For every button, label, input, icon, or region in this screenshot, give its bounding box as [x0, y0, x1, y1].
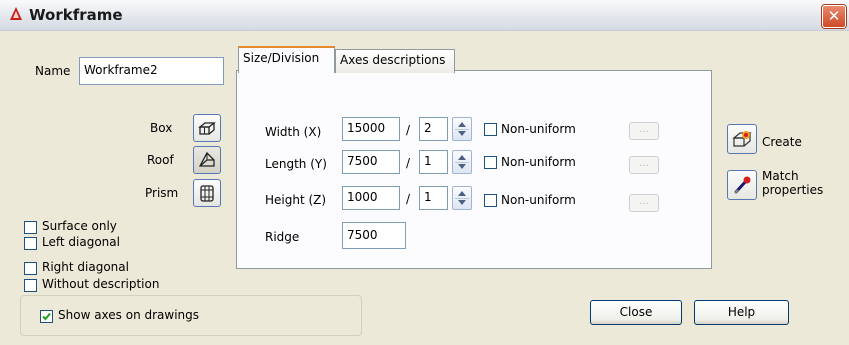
width-division-spinner[interactable]	[452, 117, 472, 141]
left-diagonal-checkbox[interactable]	[24, 237, 37, 250]
length-nonuniform-label: Non-uniform	[501, 155, 576, 169]
right-diagonal-checkbox[interactable]	[24, 262, 37, 275]
width-label: Width (X)	[265, 125, 322, 139]
app-logo-icon	[8, 6, 24, 22]
length-division-spinner[interactable]	[452, 150, 472, 174]
spin-up-icon	[458, 122, 466, 127]
height-input[interactable]: 1000	[342, 186, 400, 210]
prism-label: Prism	[145, 186, 179, 200]
width-division-input[interactable]: 2	[419, 117, 448, 141]
height-separator: /	[406, 192, 411, 206]
length-details-button[interactable]: ...	[629, 156, 659, 174]
right-diagonal-label: Right diagonal	[42, 260, 129, 274]
height-label: Height (Z)	[265, 193, 327, 207]
length-input[interactable]: 7500	[342, 150, 400, 174]
height-nonuniform-label: Non-uniform	[501, 193, 576, 207]
height-details-button[interactable]: ...	[629, 194, 659, 212]
spin-down-icon	[458, 164, 466, 169]
match-label-line1: Match	[762, 169, 799, 183]
height-nonuniform-checkbox[interactable]	[484, 194, 497, 207]
spin-down-icon	[458, 200, 466, 205]
without-description-label: Without description	[42, 277, 160, 291]
show-axes-label: Show axes on drawings	[58, 308, 200, 322]
height-division-spinner[interactable]	[452, 186, 472, 210]
width-separator: /	[406, 123, 411, 137]
tab-axes-descriptions[interactable]: Axes descriptions	[335, 49, 455, 73]
left-diagonal-label: Left diagonal	[42, 235, 120, 249]
match-label-line2: properties	[762, 183, 824, 197]
spin-down-icon	[458, 131, 466, 136]
box-shape-icon	[198, 122, 216, 135]
prism-shape-button[interactable]	[193, 179, 221, 207]
ridge-label: Ridge	[265, 230, 300, 244]
title-bar: Workframe ✕	[0, 0, 849, 31]
create-label: Create	[762, 135, 802, 149]
width-nonuniform-label: Non-uniform	[501, 122, 576, 136]
show-axes-checkbox[interactable]	[40, 310, 53, 323]
width-details-button[interactable]: ...	[629, 122, 659, 140]
name-label: Name	[35, 64, 71, 78]
box-shape-button[interactable]	[193, 114, 221, 142]
height-division-input[interactable]: 1	[419, 186, 448, 210]
name-input[interactable]: Workframe2	[79, 57, 224, 85]
checkmark-icon	[42, 312, 51, 321]
close-window-button[interactable]: ✕	[822, 5, 846, 28]
tab-size-division[interactable]: Size/Division	[238, 46, 335, 73]
roof-shape-button[interactable]	[193, 146, 221, 174]
surface-only-label: Surface only	[42, 219, 117, 233]
spin-up-icon	[458, 155, 466, 160]
close-icon: ✕	[827, 7, 841, 25]
create-workframe-icon	[732, 131, 752, 147]
roof-label: Roof	[147, 153, 174, 167]
length-label: Length (Y)	[265, 157, 327, 171]
window-title: Workframe	[29, 6, 123, 24]
width-input[interactable]: 15000	[342, 117, 400, 141]
length-separator: /	[406, 156, 411, 170]
create-button[interactable]	[727, 124, 757, 154]
ridge-input[interactable]: 7500	[342, 222, 406, 249]
length-nonuniform-checkbox[interactable]	[484, 156, 497, 169]
prism-shape-icon	[200, 185, 214, 202]
box-label: Box	[150, 121, 173, 135]
width-nonuniform-checkbox[interactable]	[484, 123, 497, 136]
close-button[interactable]: Close	[590, 300, 682, 325]
spin-up-icon	[458, 191, 466, 196]
match-properties-icon	[734, 176, 751, 194]
surface-only-checkbox[interactable]	[24, 221, 37, 234]
without-description-checkbox[interactable]	[24, 279, 37, 292]
roof-shape-icon	[198, 151, 215, 167]
help-button[interactable]: Help	[694, 300, 789, 325]
length-division-input[interactable]: 1	[419, 150, 448, 174]
match-properties-button[interactable]	[727, 170, 757, 200]
